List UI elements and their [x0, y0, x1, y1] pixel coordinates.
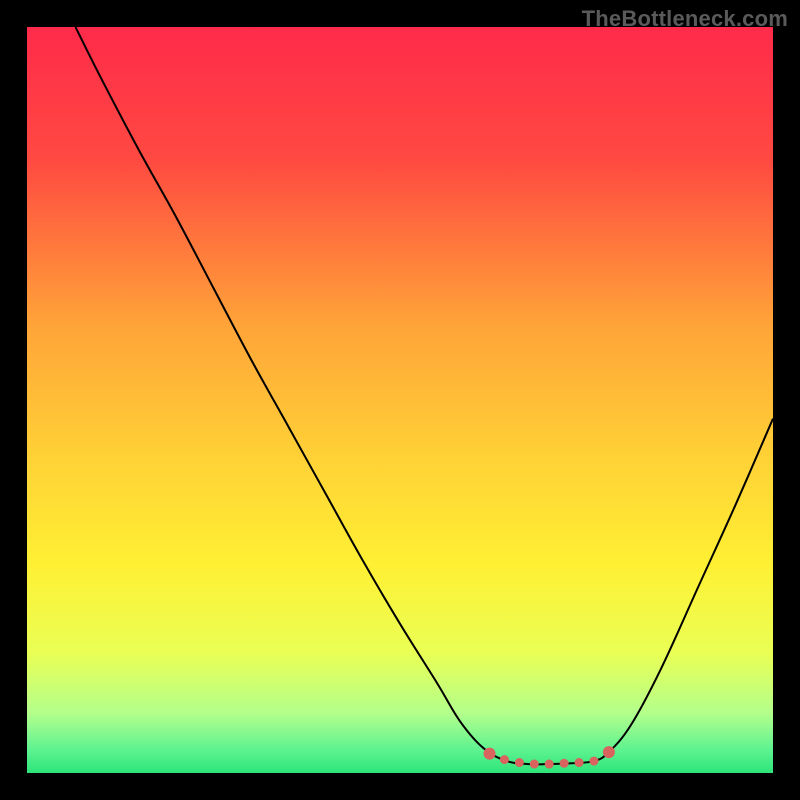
marker-dot: [530, 760, 539, 769]
marker-dot: [484, 748, 496, 760]
plot-area: [27, 27, 773, 773]
gradient-background: [27, 27, 773, 773]
marker-dot: [500, 755, 509, 764]
chart-frame: TheBottleneck.com: [0, 0, 800, 800]
marker-dot: [603, 746, 615, 758]
marker-dot: [560, 759, 569, 768]
marker-dot: [515, 758, 524, 767]
watermark-label: TheBottleneck.com: [582, 6, 788, 32]
bottleneck-chart: [27, 27, 773, 773]
marker-dot: [545, 760, 554, 769]
marker-dot: [575, 758, 584, 767]
marker-dot: [589, 757, 598, 766]
